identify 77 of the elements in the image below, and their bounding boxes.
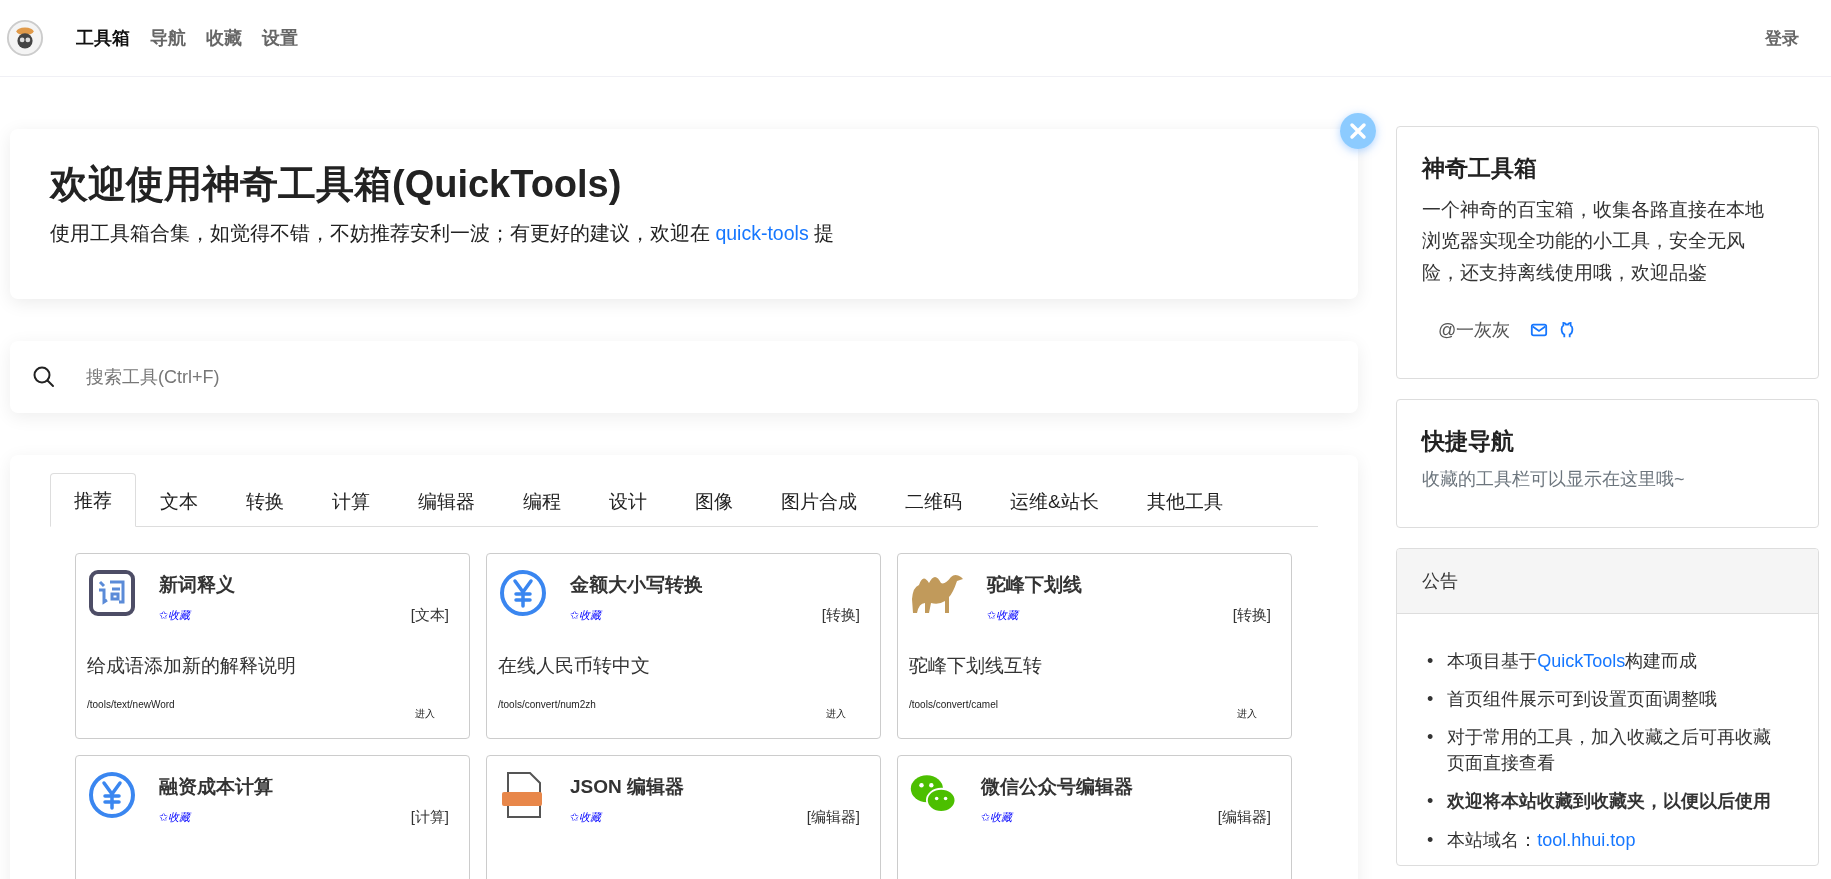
tool-card[interactable]: 驼峰下划线 ✩收藏 [转换] 驼峰下划线互转 /tools/convert/camel 进入 [897, 553, 1292, 739]
notice-item: 本站域名：tool.hhui.top [1447, 828, 1636, 852]
tool-description: 驼峰下划线互转 [909, 654, 1043, 678]
favorite-link[interactable]: ✩收藏 [570, 810, 602, 825]
about-text: 一个神奇的百宝箱，收集各路直接在本地浏览器实现全功能的小工具，安全无风险，还支持离线使用哦，欢迎品鉴 [1422, 198, 1765, 285]
tool-name: 新词释义 [159, 573, 236, 597]
category-tab[interactable]: 编程 [499, 473, 585, 527]
tool-name: 微信公众号编辑器 [981, 775, 1134, 799]
tool-name: JSON 编辑器 [570, 775, 686, 799]
welcome-title: 欢迎使用神奇工具箱(QuickTools) [50, 162, 623, 207]
favorite-link[interactable]: ✩收藏 [987, 608, 1019, 623]
tool-path: /tools/text/newWord [87, 699, 175, 710]
project-link[interactable]: quick-tools [715, 222, 809, 244]
tool-category: [文本] [410, 606, 449, 625]
category-tab[interactable]: 二维码 [881, 473, 986, 527]
tool-card[interactable]: 融资成本计算 ✩收藏 [计算] [75, 755, 470, 879]
notice-link[interactable]: QuickTools [1537, 651, 1626, 672]
category-tab[interactable]: 转换 [222, 473, 308, 527]
category-tab[interactable]: 计算 [308, 473, 394, 527]
tool-category: [编辑器] [806, 808, 860, 827]
enter-link[interactable]: 进入 [1237, 707, 1257, 721]
yen-icon [498, 568, 548, 618]
tool-description: 给成语添加新的解释说明 [87, 654, 297, 678]
quick-nav-title: 快捷导航 [1422, 427, 1515, 457]
notice-item: 首页组件展示可到设置页面调整哦 [1447, 688, 1718, 712]
dictionary-icon [87, 568, 137, 618]
notice-item: 本项目基于QuickTools构建而成 [1447, 650, 1698, 674]
category-tab[interactable]: 编辑器 [394, 473, 499, 527]
bullet: • [1427, 790, 1434, 814]
category-tab[interactable]: 运维&站长 [986, 473, 1123, 527]
enter-link[interactable]: 进入 [826, 707, 846, 721]
nav-link[interactable]: 收藏 [206, 26, 242, 50]
bullet: • [1427, 726, 1434, 750]
welcome-text: 使用工具箱合集，如觉得不错，不妨推荐安利一波；有更好的建议，欢迎在 quick-tools 提 [50, 221, 836, 246]
favorite-link[interactable]: ✩收藏 [159, 810, 191, 825]
nav-link[interactable]: 设置 [262, 26, 298, 50]
logo-icon[interactable] [6, 19, 44, 57]
notice-item: 欢迎将本站收藏到收藏夹，以便以后使用 [1447, 790, 1772, 814]
nav-link[interactable]: 导航 [150, 26, 186, 50]
login-link[interactable]: 登录 [1765, 26, 1799, 50]
search-field[interactable]: 搜索工具(Ctrl+F) [84, 365, 1336, 389]
search-icon [32, 365, 56, 389]
notice-item: 对于常用的工具，加入收藏之后可再收藏页面直接查看 [1447, 726, 1773, 776]
about-title: 神奇工具箱 [1422, 154, 1538, 183]
yen-icon [87, 770, 137, 820]
favorite-link[interactable]: ✩收藏 [981, 810, 1013, 825]
tool-category: [计算] [410, 808, 449, 827]
bullet: • [1427, 828, 1434, 852]
category-tab[interactable]: 设计 [585, 473, 671, 527]
tool-path: /tools/convert/camel [909, 699, 998, 710]
tool-path: /tools/convert/num2zh [498, 699, 596, 710]
category-tab[interactable]: 其他工具 [1122, 473, 1247, 527]
favorite-link[interactable]: ✩收藏 [570, 608, 602, 623]
bullet: • [1427, 688, 1434, 712]
tool-category: [转换] [821, 606, 860, 625]
tool-name: 金额大小写转换 [570, 573, 704, 597]
author-name: @一灰灰 [1438, 319, 1511, 343]
brand-title[interactable]: 工具箱 [76, 26, 130, 50]
tool-card[interactable]: 金额大小写转换 ✩收藏 [转换] 在线人民币转中文 /tools/convert/num2zh 进入 [486, 553, 881, 739]
quick-nav-hint: 收藏的工具栏可以显示在这里哦~ [1422, 468, 1686, 492]
tool-name: 融资成本计算 [159, 775, 274, 799]
tool-card[interactable]: 新词释义 ✩收藏 [文本] 给成语添加新的解释说明 /tools/text/newWord 进入 [75, 553, 470, 739]
tool-name: 驼峰下划线 [987, 573, 1083, 597]
category-tab[interactable]: 图片合成 [757, 473, 881, 527]
category-tab[interactable]: 图像 [671, 473, 757, 527]
bullet: • [1427, 650, 1434, 674]
tool-card[interactable]: JSON 编辑器 ✩收藏 [编辑器] [486, 755, 881, 879]
tool-category: [编辑器] [1217, 808, 1271, 827]
tool-description: 在线人民币转中文 [498, 654, 651, 678]
notice-header: 公告 [1397, 549, 1818, 615]
favorite-link[interactable]: ✩收藏 [159, 608, 191, 623]
category-tab[interactable]: 文本 [136, 473, 222, 527]
enter-link[interactable]: 进入 [415, 707, 435, 721]
category-tab[interactable]: 推荐 [50, 473, 136, 527]
tool-card[interactable]: 微信公众号编辑器 ✩收藏 [编辑器] [897, 755, 1292, 879]
notice-link[interactable]: tool.hhui.top [1537, 829, 1636, 850]
tool-category: [转换] [1232, 606, 1271, 625]
